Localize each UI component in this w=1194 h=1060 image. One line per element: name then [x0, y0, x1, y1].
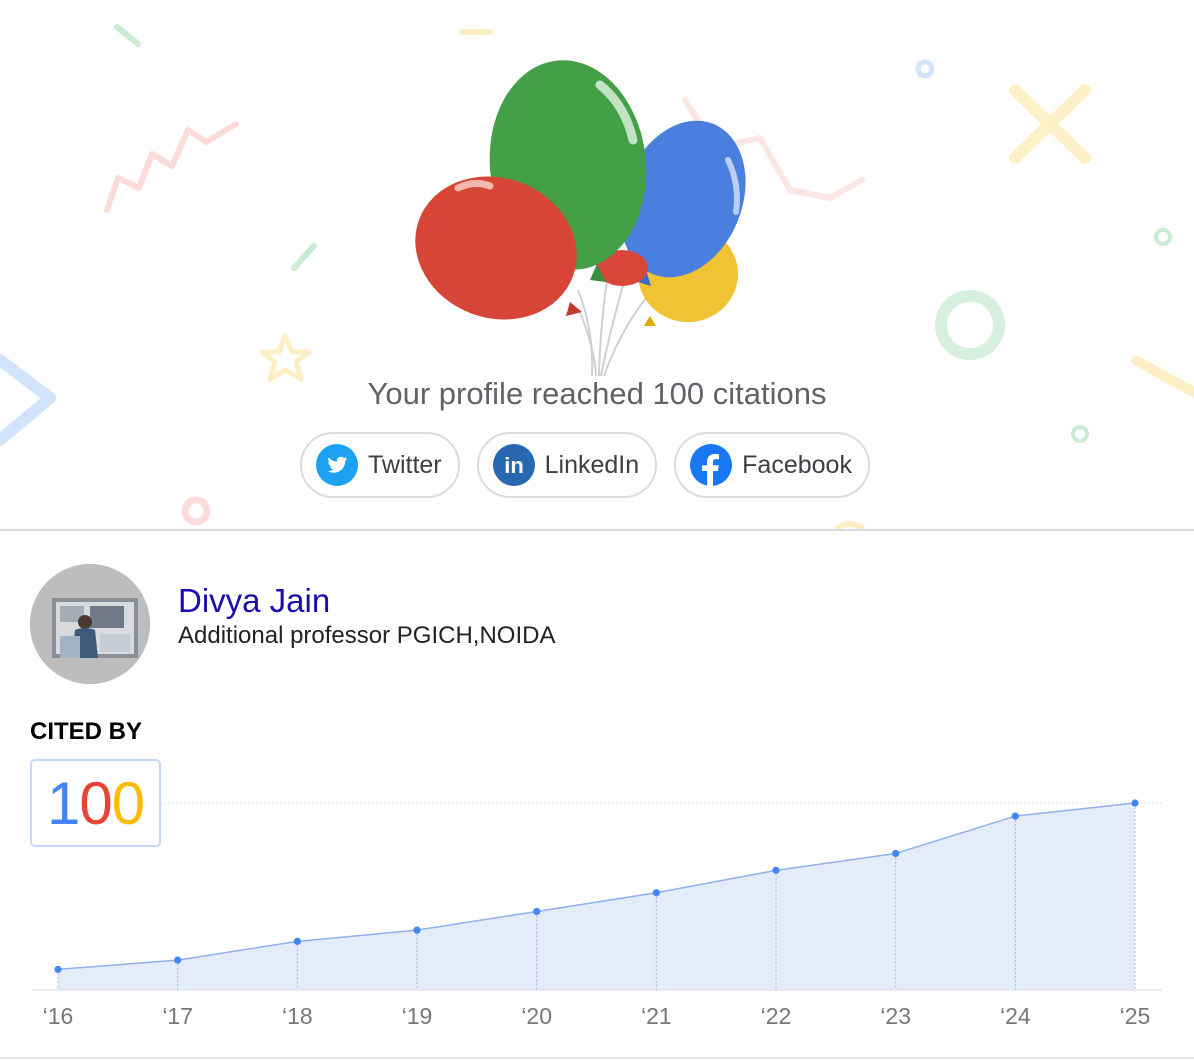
linkedin-icon: in — [492, 444, 535, 486]
celebration-banner: Your profile reached 100 citations Twitt… — [0, 0, 1194, 530]
citations-per-year-chart: ‘16 ‘17 ‘18 ‘19 ‘20 ‘21 ‘22 ‘23 ‘24 ‘25 — [32, 799, 1162, 1029]
chart-area-fill — [58, 803, 1135, 990]
profile-photo — [30, 564, 150, 684]
chart-x-tick-label: ‘19 — [402, 1003, 433, 1029]
chart-data-point[interactable] — [1011, 812, 1019, 820]
avatar[interactable] — [30, 564, 150, 684]
chart-x-tick-label: ‘25 — [1120, 1003, 1151, 1029]
chart-x-tick-label: ‘18 — [282, 1003, 313, 1029]
chart-data-point[interactable] — [892, 849, 900, 858]
chart-x-tick-label: ‘17 — [162, 1003, 193, 1029]
facebook-share-button[interactable]: Facebook — [674, 432, 870, 498]
chart-data-point[interactable] — [413, 926, 421, 934]
chart-data-point[interactable] — [772, 866, 780, 874]
twitter-share-button[interactable]: Twitter — [300, 432, 460, 498]
chart-data-point[interactable] — [1131, 799, 1139, 807]
profile-affiliation: Additional professor PGICH,NOIDA — [178, 622, 556, 649]
facebook-label: Facebook — [742, 450, 852, 479]
chart-x-tick-label: ‘24 — [1000, 1003, 1031, 1029]
linkedin-share-button[interactable]: in LinkedIn — [476, 432, 658, 498]
section-divider — [0, 529, 1194, 531]
facebook-icon — [690, 444, 733, 486]
cited-by-label: CITED BY — [30, 718, 143, 745]
share-buttons: Twitter in LinkedIn Facebook — [300, 432, 870, 498]
balloons-illustration — [415, 60, 746, 377]
chart-x-tick-label: ‘21 — [641, 1003, 672, 1029]
chart-x-tick-label: ‘22 — [761, 1003, 792, 1029]
chart-data-point[interactable] — [533, 907, 541, 916]
chart-x-tick-label: ‘16 — [43, 1003, 74, 1029]
twitter-icon — [316, 444, 358, 486]
citation-milestone-card: Your profile reached 100 citations Twitt… — [0, 0, 1194, 1060]
chart-x-tick-label: ‘20 — [521, 1003, 552, 1029]
chart-x-tick-label: ‘23 — [880, 1003, 911, 1029]
chart-data-point[interactable] — [293, 937, 301, 945]
chart-data-point[interactable] — [174, 956, 182, 964]
bottom-divider — [0, 1057, 1194, 1059]
profile-name-link[interactable]: Divya Jain — [178, 582, 330, 620]
chart-data-point[interactable] — [652, 889, 660, 897]
linkedin-label: LinkedIn — [544, 450, 640, 479]
twitter-label: Twitter — [368, 450, 442, 479]
svg-text:in: in — [504, 453, 524, 478]
milestone-message: Your profile reached 100 citations — [367, 376, 827, 411]
chart-data-point[interactable] — [54, 965, 62, 974]
